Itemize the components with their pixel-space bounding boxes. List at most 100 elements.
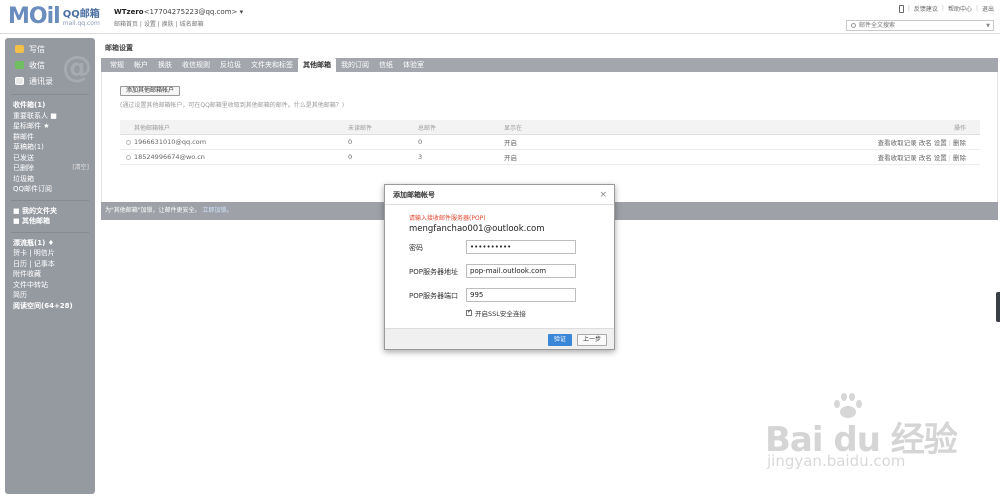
- row-radio[interactable]: [126, 139, 131, 145]
- delete-link[interactable]: 删除: [953, 154, 966, 162]
- logout-link[interactable]: 退出: [982, 4, 994, 13]
- mailbox-table: 其他邮箱帐户 未读邮件 总邮件 显示在 操作 1966631010@qq.com…: [120, 120, 980, 165]
- divider: [11, 231, 89, 233]
- sidebar-item-cards[interactable]: 贺卡 | 明信片: [5, 248, 95, 259]
- tab-lab[interactable]: 体验室: [398, 58, 429, 72]
- logo-title: QQ邮箱: [62, 9, 100, 20]
- pencil-icon: [15, 45, 24, 53]
- view-log-link[interactable]: 查看收取记录: [878, 139, 917, 147]
- search-input[interactable]: [859, 21, 979, 30]
- row-total: 3: [418, 153, 423, 161]
- row-account: 18524996674@wo.cn: [134, 153, 205, 161]
- link-domain-mail[interactable]: 城名邮箱: [180, 21, 204, 28]
- tab-other-mailboxes[interactable]: 其他邮箱: [298, 58, 336, 72]
- account-links: 邮箱首页 | 设置 | 换肤 | 城名邮箱: [114, 21, 204, 28]
- lock-now-link[interactable]: 立即加锁。: [202, 207, 232, 214]
- link-settings[interactable]: 设置: [144, 21, 156, 28]
- ssl-option[interactable]: 开启SSL安全连接: [466, 308, 526, 318]
- sidebar-item-reading-space[interactable]: 阅读空间(64+28): [5, 301, 95, 312]
- password-field[interactable]: ••••••••••: [466, 240, 576, 254]
- dialog-title: 添加邮箱帐号: [393, 191, 435, 199]
- empty-trash-link[interactable]: [清空]: [72, 163, 89, 174]
- tab-account[interactable]: 帐户: [129, 58, 153, 72]
- add-other-mailbox-button[interactable]: 添加其他邮箱帐户: [120, 86, 181, 96]
- col-unread: 未读邮件: [348, 124, 373, 132]
- settings-link[interactable]: 设置: [934, 139, 947, 147]
- sidebar-item-drafts[interactable]: 草稿箱(1): [5, 142, 95, 153]
- sidebar-item-my-folders[interactable]: ■ 我的文件夹: [5, 206, 95, 217]
- pop-server-label: POP服务器地址: [409, 268, 458, 276]
- divider: [11, 94, 89, 95]
- search-icon: [851, 23, 856, 28]
- sidebar-item-inbox[interactable]: 收件箱(1): [5, 100, 95, 111]
- ssl-checkbox[interactable]: [466, 308, 472, 316]
- pop-server-field[interactable]: pop-mail.outlook.com: [466, 264, 576, 278]
- password-label: 密码: [409, 244, 423, 252]
- account-line[interactable]: WTzero<17704275223@qq.com> ▾: [114, 8, 243, 16]
- row-account: 1966631010@qq.com: [134, 138, 207, 146]
- delete-link[interactable]: 删除: [953, 139, 966, 147]
- link-skin[interactable]: 换肤: [162, 21, 174, 28]
- mailbox-email: mengfanchao001@outlook.com: [409, 224, 545, 234]
- row-unread: 0: [348, 153, 353, 161]
- link-mail-home[interactable]: 邮箱首页: [114, 21, 138, 28]
- sidebar-item-group-mail[interactable]: 群邮件: [5, 132, 95, 143]
- sidebar-item-attachments[interactable]: 附件收藏: [5, 269, 95, 280]
- qq-mail-logo[interactable]: MOil QQ邮箱 mail.qq.com: [8, 6, 100, 28]
- sidebar-item-sent[interactable]: 已发送: [5, 153, 95, 164]
- account-email: <17704275223@qq.com>: [143, 8, 238, 16]
- logo-text: QQ邮箱 mail.qq.com: [63, 9, 100, 28]
- sidebar-item-spam[interactable]: 垃圾箱: [5, 174, 95, 185]
- rename-link[interactable]: 改名: [919, 139, 932, 147]
- sidebar-item-file-transfer[interactable]: 文件中转站: [5, 280, 95, 291]
- sidebar-item-deleted[interactable]: 已删除 [清空]: [5, 163, 95, 174]
- rename-link[interactable]: 改名: [919, 154, 932, 162]
- col-account: 其他邮箱帐户: [134, 124, 171, 132]
- add-mailbox-dialog: 添加邮箱帐号 × 请输入接收邮件服务器(POP) mengfanchao001@…: [384, 184, 615, 350]
- settings-tabs: 常规 帐户 换肤 收信规则 反垃圾 文件夹和标签 其他邮箱 我的订阅 信纸 体验…: [101, 58, 998, 72]
- pop-port-field[interactable]: 995: [466, 288, 576, 302]
- tab-folders-labels[interactable]: 文件夹和标签: [246, 58, 298, 72]
- table-row: 18524996674@wo.cn 0 3 开启 查看收取记录 改名 设置 | 删除: [120, 150, 980, 165]
- tab-filter-rules[interactable]: 收信规则: [177, 58, 215, 72]
- row-radio[interactable]: [126, 154, 131, 160]
- settings-link[interactable]: 设置: [934, 154, 947, 162]
- phone-icon[interactable]: [898, 4, 904, 13]
- feedback-link[interactable]: 反馈建议: [914, 4, 938, 13]
- logo-mark: MOil: [8, 4, 61, 29]
- other-mailboxes-panel: 添加其他邮箱帐户 (通过设置其他邮箱帐户，可在QQ邮箱里收取到其他邮箱的邮件。什…: [101, 72, 998, 202]
- tab-stationery[interactable]: 信纸: [374, 58, 398, 72]
- view-log-link[interactable]: 查看收取记录: [878, 154, 917, 162]
- ssl-label: 开启SSL安全连接: [475, 310, 526, 318]
- row-ops: 查看收取记录 改名 设置 | 删除: [877, 154, 966, 162]
- sidebar-item-important-contacts[interactable]: 重要联系人 ■: [5, 111, 95, 122]
- previous-step-button[interactable]: 上一步: [577, 334, 607, 346]
- watermark-url: jingyan.baidu.com: [767, 452, 906, 470]
- side-float-tab[interactable]: [996, 292, 1000, 322]
- tab-skin[interactable]: 换肤: [153, 58, 177, 72]
- account-name: WTzero: [114, 8, 144, 16]
- tab-anti-spam[interactable]: 反垃圾: [215, 58, 246, 72]
- logo-subtitle: mail.qq.com: [62, 20, 100, 27]
- sidebar-item-other-mailboxes[interactable]: ■ 其他邮箱: [5, 216, 95, 227]
- verify-button[interactable]: 验证: [548, 334, 572, 346]
- top-header: MOil QQ邮箱 mail.qq.com WTzero<17704275223…: [0, 0, 1000, 34]
- sidebar-item-calendar[interactable]: 日历 | 记事本: [5, 259, 95, 270]
- mail-search-box[interactable]: ▼: [846, 20, 994, 31]
- inbox-icon: [15, 61, 24, 69]
- sidebar-item-drift-bottle[interactable]: 漂流瓶(1) ♦: [5, 238, 95, 249]
- tab-subscriptions[interactable]: 我的订阅: [336, 58, 374, 72]
- help-link[interactable]: 帮助中心: [948, 4, 972, 13]
- tab-general[interactable]: 常规: [105, 58, 129, 72]
- caret-down-icon[interactable]: ▼: [986, 23, 990, 29]
- row-show: 开启: [504, 154, 517, 162]
- chevron-down-icon[interactable]: ▾: [240, 8, 244, 16]
- at-sign-icon: @: [62, 50, 92, 85]
- sidebar-item-subscriptions[interactable]: QQ邮件订阅: [5, 184, 95, 195]
- close-icon[interactable]: ×: [599, 185, 607, 205]
- sidebar-item-starred[interactable]: 星标邮件 ★: [5, 121, 95, 132]
- dialog-header: 添加邮箱帐号 ×: [385, 185, 614, 205]
- top-links: | 反馈建议 | 帮助中心 | 退出: [898, 4, 994, 13]
- sidebar-item-resume[interactable]: 简历: [5, 290, 95, 301]
- col-show: 显示在: [504, 124, 523, 132]
